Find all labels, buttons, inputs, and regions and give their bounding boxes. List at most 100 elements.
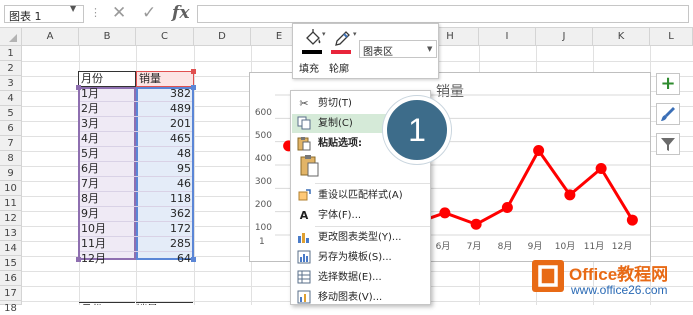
row-header[interactable]: 16 [0,271,22,286]
cell-b3-month-header[interactable]: 月份 [78,71,136,87]
outline-color-swatch[interactable] [331,50,351,54]
row-header[interactable]: 10 [0,181,22,196]
fill-color-swatch[interactable] [302,50,322,54]
range-handle[interactable] [76,257,81,262]
sales-cell[interactable]: 382 [136,87,193,102]
sales-cell[interactable]: 362 [136,207,193,222]
row-header[interactable]: 4 [0,91,22,106]
chart-styles-button[interactable] [656,103,680,125]
sales-cell[interactable]: 118 [136,192,193,207]
month-cell[interactable]: 6月 [79,162,135,177]
month-cell[interactable]: 3月 [79,117,135,132]
data-point-marker[interactable] [564,189,576,201]
month-cell[interactable]: 11月 [79,237,135,252]
row-header[interactable]: 6 [0,121,22,136]
chart-elements-button[interactable]: + [656,73,680,95]
menu-item-change-chart-type[interactable]: 更改图表类型(Y)... [292,228,429,247]
menu-item-select-data[interactable]: 选择数据(E)... [292,268,429,287]
menu-item-save-as-template[interactable]: 另存为模板(S)... [292,248,429,267]
cancel-icon[interactable]: ✕ [112,3,126,23]
y-tick-label: 400 [254,154,272,164]
sales-cell[interactable]: 201 [136,117,193,132]
paste-option-keep-source-button[interactable] [297,154,323,180]
range-handle[interactable] [191,69,196,74]
month-cell[interactable]: 4月 [79,132,135,147]
range-handle[interactable] [191,257,196,262]
row-header[interactable]: 11 [0,196,22,211]
row-header[interactable]: 15 [0,256,22,271]
x-tick-label: 11月 [583,242,605,252]
chevron-down-icon: ▼ [427,45,433,53]
menu-item-move-chart[interactable]: 移动图表(V)... [292,288,429,307]
filter-funnel-icon [661,138,675,151]
reset-style-icon [296,188,312,203]
y-tick-label: 500 [254,131,272,141]
cell-c3-sales-header[interactable]: 销量 [136,71,194,87]
row-header[interactable]: 7 [0,136,22,151]
sales-cell[interactable]: 465 [136,132,193,147]
range-handle[interactable] [76,85,81,90]
data-point-marker[interactable] [533,145,545,157]
menu-item-reset-style[interactable]: 重设以匹配样式(A) [292,186,429,205]
data-point-marker[interactable] [439,207,451,219]
row-header[interactable]: 8 [0,151,22,166]
column-header[interactable]: K [593,28,650,46]
insert-function-icon[interactable]: fx [172,3,189,23]
outline-dropdown-icon[interactable]: ▾ [353,30,357,38]
chart-element-select[interactable]: 图表区 ▼ [359,40,437,58]
row-header[interactable]: 13 [0,226,22,241]
sales-cell[interactable]: 48 [136,147,193,162]
month-cell[interactable]: 2月 [79,102,135,117]
paint-bucket-icon[interactable] [302,28,324,50]
month-cell[interactable]: 5月 [79,147,135,162]
column-header[interactable]: A [22,28,79,46]
sales-cell[interactable]: 489 [136,102,193,117]
x-tick-label: 9月 [527,242,543,252]
sales-cell[interactable]: 95 [136,162,193,177]
chart-filters-button[interactable] [656,133,680,155]
step-number-badge: 1 [383,96,451,164]
data-point-marker[interactable] [470,218,482,230]
menu-item-font[interactable]: A 字体(F)... [292,206,429,225]
row-header[interactable]: 12 [0,211,22,226]
row-header[interactable]: 17 [0,286,22,301]
row-header[interactable]: 5 [0,106,22,121]
row-header[interactable]: 1 [0,46,22,61]
column-header[interactable]: L [650,28,693,46]
column-header[interactable]: C [136,28,194,46]
select-all-corner[interactable] [0,28,22,46]
month-cell[interactable]: 7月 [79,177,135,192]
row-header[interactable]: 14 [0,241,22,256]
sales-cell[interactable]: 285 [136,237,193,252]
move-chart-icon [296,290,312,305]
data-point-marker[interactable] [626,214,638,226]
row-header[interactable]: 9 [0,166,22,181]
column-header[interactable]: B [79,28,136,46]
fill-dropdown-icon[interactable]: ▾ [322,30,326,38]
data-point-marker[interactable] [595,163,607,174]
range-handle[interactable] [191,85,196,90]
formula-input[interactable] [197,5,689,23]
enter-check-icon[interactable]: ✓ [142,3,156,23]
fill-label: 填充 [299,64,319,75]
row-header[interactable]: 2 [0,61,22,76]
outline-pen-icon[interactable] [331,28,353,50]
sales-cell[interactable]: 46 [136,177,193,192]
y-tick-label: 100 [254,223,272,233]
month-cell[interactable]: 10月 [79,222,135,237]
month-cell[interactable]: 12月 [79,252,135,267]
chart-element-select-value: 图表区 [363,47,393,58]
month-cell[interactable]: 8月 [79,192,135,207]
column-header[interactable]: I [479,28,536,46]
month-cell[interactable]: 9月 [79,207,135,222]
data-point-marker[interactable] [501,201,513,213]
column-header[interactable]: J [536,28,593,46]
month-cell[interactable]: 1月 [79,87,135,102]
column-header[interactable]: D [194,28,251,46]
x-tick-label: 1 [259,237,265,247]
sales-cell[interactable]: 64 [136,252,193,267]
row-header[interactable]: 18 [0,301,22,314]
name-box-dropdown-icon[interactable]: ▼ [70,4,76,13]
row-header[interactable]: 3 [0,76,22,91]
sales-cell[interactable]: 172 [136,222,193,237]
